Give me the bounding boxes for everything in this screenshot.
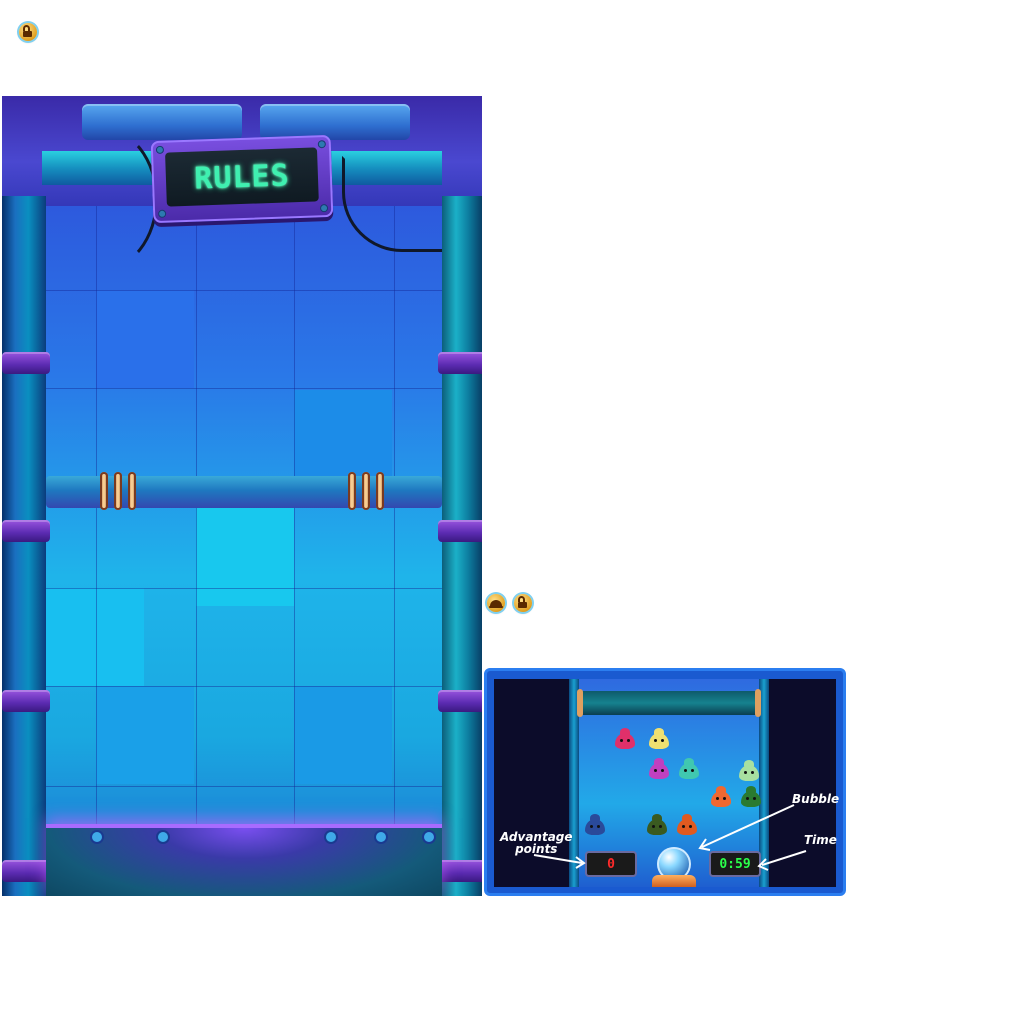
lock-icon[interactable] — [514, 594, 532, 612]
hat-icon[interactable] — [487, 594, 505, 612]
rules-panel: RULES — [2, 96, 482, 896]
middle-bar — [46, 472, 442, 510]
rules-title: RULES — [193, 157, 291, 197]
rules-sign: RULES — [150, 134, 334, 224]
right-pipe — [442, 196, 482, 896]
left-pipe — [2, 196, 46, 896]
gameplay-preview: 0 0:59 Advantage points Bubble Time — [484, 668, 846, 896]
lock-icon[interactable] — [19, 23, 37, 41]
floor-platform — [46, 824, 442, 896]
annotation-arrows — [533, 804, 807, 871]
